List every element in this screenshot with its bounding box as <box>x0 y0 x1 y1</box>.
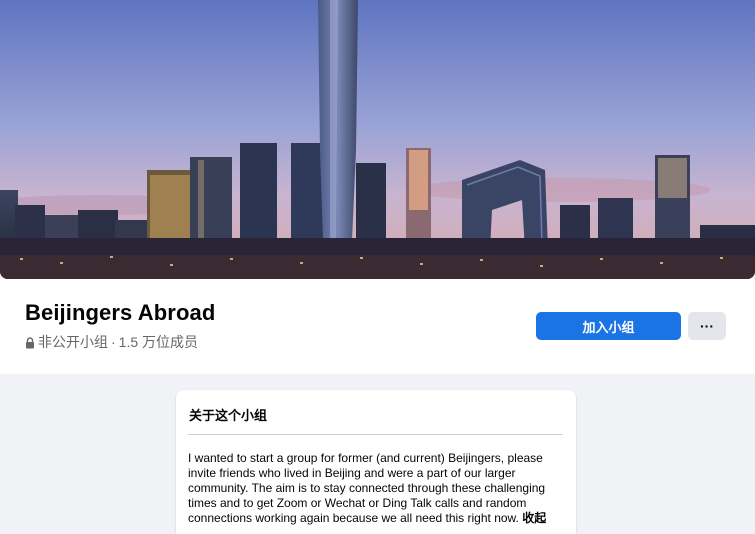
more-options-button[interactable]: ··· <box>688 312 726 340</box>
member-count[interactable]: 1.5 万位成员 <box>119 332 198 352</box>
join-group-button[interactable]: 加入小组 <box>536 312 681 340</box>
group-meta: 非公开小组 · 1.5 万位成员 <box>25 332 198 352</box>
about-heading: 关于这个小组 <box>189 408 268 423</box>
more-dots-icon: ··· <box>700 318 714 334</box>
lock-icon <box>25 336 35 349</box>
about-description: I wanted to start a group for former (an… <box>188 451 560 526</box>
collapse-link[interactable]: 收起 <box>522 511 546 525</box>
about-divider <box>188 434 563 435</box>
group-cover-photo[interactable] <box>0 0 755 279</box>
about-description-text: I wanted to start a group for former (an… <box>188 451 546 525</box>
privacy-label[interactable]: 非公开小组 <box>38 332 108 352</box>
group-header: Beijingers Abroad 非公开小组 · 1.5 万位成员 加入小组 … <box>0 279 755 374</box>
about-card: 关于这个小组 I wanted to start a group for for… <box>176 390 576 534</box>
meta-separator: · <box>111 334 116 350</box>
group-name[interactable]: Beijingers Abroad <box>25 300 215 326</box>
